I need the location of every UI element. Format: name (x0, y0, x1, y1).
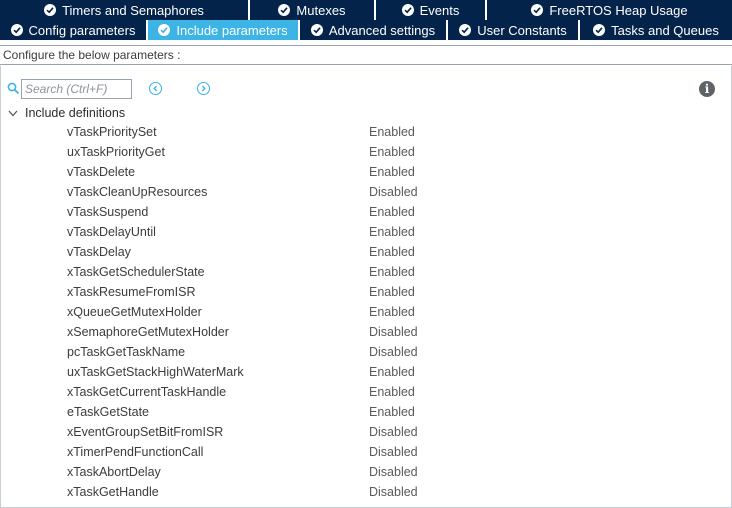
check-circle-icon (459, 24, 472, 36)
parameter-value[interactable]: Enabled (369, 265, 415, 279)
search-input[interactable] (21, 79, 132, 99)
tab-freertos-heap-usage[interactable]: FreeRTOS Heap Usage (487, 0, 732, 20)
parameter-name: vTaskPrioritySet (67, 125, 157, 139)
parameter-row[interactable]: vTaskCleanUpResources Disabled (1, 183, 731, 203)
parameter-name: vTaskDelete (67, 165, 136, 179)
check-circle-icon (310, 24, 323, 36)
parameter-row[interactable]: xEventGroupSetBitFromISR Disabled (1, 423, 731, 443)
tab-label: User Constants (477, 22, 567, 38)
parameter-value[interactable]: Enabled (369, 285, 415, 299)
parameter-name: xSemaphoreGetMutexHolder (67, 325, 229, 339)
tab-label: FreeRTOS Heap Usage (549, 2, 688, 18)
parameter-value[interactable]: Enabled (369, 225, 415, 239)
parameter-row[interactable]: pcTaskGetTaskName Disabled (1, 343, 731, 363)
parameter-row[interactable]: xSemaphoreGetMutexHolder Disabled (1, 323, 731, 343)
tab-user-constants[interactable]: User Constants (448, 20, 580, 40)
parameter-name: xTimerPendFunctionCall (67, 445, 204, 459)
parameter-value[interactable]: Enabled (369, 305, 415, 319)
parameter-name: xTaskResumeFromISR (67, 285, 196, 299)
tab-label: Advanced settings (328, 22, 436, 38)
tab-mutexes[interactable]: Mutexes (250, 0, 376, 20)
check-circle-icon (401, 4, 414, 16)
parameter-value[interactable]: Enabled (369, 245, 415, 259)
parameter-name: eTaskGetState (67, 405, 149, 419)
parameter-value[interactable]: Disabled (369, 425, 418, 439)
parameter-row[interactable]: xTaskResumeFromISR Enabled (1, 283, 731, 303)
parameter-name: uxTaskPriorityGet (67, 145, 165, 159)
parameter-value[interactable]: Disabled (369, 345, 418, 359)
parameter-row[interactable]: vTaskSuspend Enabled (1, 203, 731, 223)
tab-config-parameters[interactable]: Config parameters (0, 20, 148, 40)
group-include-definitions[interactable]: Include definitions (7, 104, 125, 122)
parameter-name: pcTaskGetTaskName (67, 345, 186, 359)
parameter-value[interactable]: Disabled (369, 445, 418, 459)
parameter-name: xTaskAbortDelay (67, 465, 161, 479)
parameter-value[interactable]: Disabled (369, 185, 418, 199)
tab-label: Tasks and Queues (611, 22, 719, 38)
parameter-row[interactable]: xTaskAbortDelay Disabled (1, 463, 731, 483)
parameter-name: vTaskDelay (67, 245, 131, 259)
parameter-row[interactable]: uxTaskGetStackHighWaterMark Enabled (1, 363, 731, 383)
parameter-value[interactable]: Disabled (369, 485, 418, 499)
tab-label: Config parameters (28, 22, 136, 38)
parameter-name: xTaskGetCurrentTaskHandle (67, 385, 227, 399)
tab-advanced-settings[interactable]: Advanced settings (300, 20, 448, 40)
parameter-value[interactable]: Enabled (369, 145, 415, 159)
parameter-value[interactable]: Disabled (369, 465, 418, 479)
parameter-row[interactable]: vTaskDelayUntil Enabled (1, 223, 731, 243)
group-label: Include definitions (25, 106, 126, 120)
tab-label: Include parameters (176, 22, 288, 38)
parameter-row[interactable]: xTaskGetHandle Disabled (1, 483, 731, 503)
chevron-left-circle-icon[interactable] (149, 82, 162, 95)
parameter-row[interactable]: eTaskGetState Enabled (1, 403, 731, 423)
parameters-panel: i Include definitions vTaskPrioritySet En… (0, 66, 732, 508)
parameter-row[interactable]: xTaskGetCurrentTaskHandle Enabled (1, 383, 731, 403)
check-circle-icon (278, 4, 291, 16)
check-circle-icon (531, 4, 544, 16)
parameter-value[interactable]: Enabled (369, 385, 415, 399)
check-circle-icon (593, 24, 606, 36)
parameter-value[interactable]: Disabled (369, 325, 418, 339)
check-circle-icon (158, 24, 171, 36)
parameter-value[interactable]: Enabled (369, 125, 415, 139)
chevron-right-circle-icon[interactable] (197, 82, 210, 95)
parameter-row[interactable]: xQueueGetMutexHolder Enabled (1, 303, 731, 323)
parameter-row[interactable]: vTaskPrioritySet Enabled (1, 123, 731, 143)
parameter-row[interactable]: vTaskDelay Enabled (1, 243, 731, 263)
check-circle-icon (44, 4, 57, 16)
tab-bar-bottom: Config parameters Include parameters Adv… (0, 20, 732, 40)
tab-timers-and-semaphores[interactable]: Timers and Semaphores (0, 0, 250, 20)
search-icon[interactable] (7, 82, 20, 95)
tab-events[interactable]: Events (376, 0, 487, 20)
parameter-name: xTaskGetSchedulerState (67, 265, 205, 279)
parameter-name: vTaskDelayUntil (67, 225, 156, 239)
parameter-name: vTaskCleanUpResources (67, 185, 208, 199)
parameter-value[interactable]: Enabled (369, 205, 415, 219)
chevron-down-icon[interactable] (7, 107, 19, 119)
check-circle-icon (10, 24, 23, 36)
parameter-name: xQueueGetMutexHolder (67, 305, 202, 319)
tab-label: Timers and Semaphores (62, 2, 204, 18)
parameter-row[interactable]: xTaskGetSchedulerState Enabled (1, 263, 731, 283)
parameter-row[interactable]: uxTaskPriorityGet Enabled (1, 143, 731, 163)
parameter-list: vTaskPrioritySet Enabled uxTaskPriorityGet… (1, 123, 731, 503)
tab-tasks-and-queues[interactable]: Tasks and Queues (580, 20, 732, 40)
parameter-value[interactable]: Enabled (369, 405, 415, 419)
info-icon[interactable]: i (699, 81, 715, 97)
parameter-row[interactable]: vTaskDelete Enabled (1, 163, 731, 183)
parameter-name: uxTaskGetStackHighWaterMark (67, 365, 244, 379)
parameter-name: vTaskSuspend (67, 205, 149, 219)
tab-label: Events (419, 2, 460, 18)
tab-include-parameters[interactable]: Include parameters (148, 20, 300, 40)
tab-label: Mutexes (296, 2, 346, 18)
section-subtitle: Configure the below parameters : (0, 45, 732, 65)
tab-bar-top: Timers and Semaphores Mutexes Events Fre… (0, 0, 732, 20)
parameter-name: xEventGroupSetBitFromISR (67, 425, 224, 439)
parameter-row[interactable]: xTimerPendFunctionCall Disabled (1, 443, 731, 463)
parameter-value[interactable]: Enabled (369, 365, 415, 379)
parameter-name: xTaskGetHandle (67, 485, 159, 499)
parameter-value[interactable]: Enabled (369, 165, 415, 179)
